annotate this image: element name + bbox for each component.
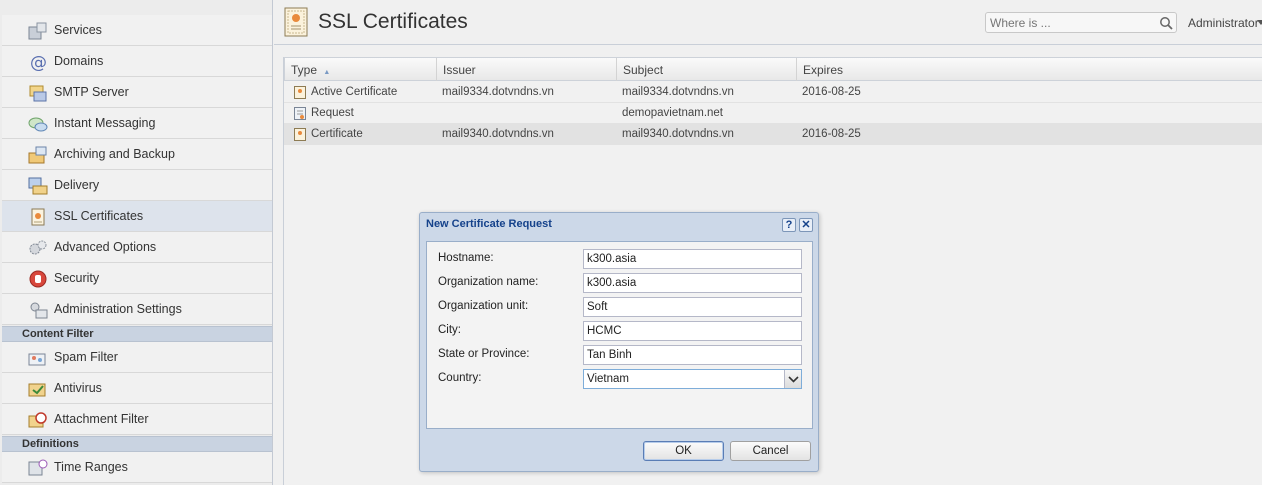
sidebar-item-label: Domains: [54, 54, 104, 68]
chat-icon: [28, 117, 48, 132]
cell-type: Certificate: [311, 128, 363, 140]
clock-icon: [28, 459, 48, 476]
table-row[interactable]: Request demopavietnam.net: [284, 103, 1262, 124]
certificate-icon: [294, 86, 306, 99]
attachment-icon: [28, 412, 47, 428]
spam-icon: [28, 353, 46, 366]
services-icon: [28, 22, 47, 40]
sidebar-item-label: Spam Filter: [54, 350, 118, 364]
sidebar-item-archiving-and-backup[interactable]: Archiving and Backup: [2, 139, 272, 170]
archive-icon: [28, 146, 47, 164]
certificate-icon: [284, 7, 308, 37]
certificate-icon: [31, 208, 45, 226]
sidebar-item-label: Attachment Filter: [54, 412, 149, 426]
country-value: Vietnam: [587, 373, 629, 385]
column-issuer[interactable]: Issuer: [437, 58, 617, 81]
user-menu[interactable]: Administrator: [1188, 16, 1259, 30]
cell-issuer: mail9340.dotvndns.vn: [442, 128, 554, 140]
table-row[interactable]: Certificate mail9340.dotvndns.vn mail934…: [284, 124, 1262, 145]
sidebar-item-label: Instant Messaging: [54, 116, 156, 130]
sidebar-item-label: Archiving and Backup: [54, 147, 175, 161]
sidebar-item-delivery[interactable]: Delivery: [2, 170, 272, 201]
sidebar-item-label: Administration Settings: [54, 302, 182, 316]
search-icon[interactable]: [1159, 16, 1173, 30]
hostname-field[interactable]: [583, 249, 802, 269]
country-label: Country:: [438, 372, 482, 384]
organization-name-field[interactable]: [583, 273, 802, 293]
ok-button[interactable]: OK: [643, 441, 724, 461]
state-label: State or Province:: [438, 348, 530, 360]
delivery-icon: [28, 177, 48, 195]
cell-type: Request: [311, 107, 354, 119]
antivirus-icon: [28, 383, 46, 397]
sidebar-item-label: Time Ranges: [54, 460, 128, 474]
sidebar-item-label: Advanced Options: [54, 240, 157, 254]
chevron-down-icon[interactable]: [1257, 20, 1262, 26]
page-header: SSL Certificates Administrator: [274, 0, 1262, 45]
organization-unit-field[interactable]: [583, 297, 802, 317]
country-dropdown-trigger[interactable]: [784, 370, 801, 388]
sort-asc-icon: ▲: [323, 69, 331, 76]
cell-expires: 2016-08-25: [802, 128, 861, 140]
stop-hand-icon: [29, 270, 47, 288]
cell-subject: demopavietnam.net: [622, 107, 724, 119]
column-subject[interactable]: Subject: [617, 58, 797, 81]
city-field[interactable]: [583, 321, 802, 341]
close-icon: ✕: [801, 219, 811, 231]
sidebar-item-ssl-certificates[interactable]: SSL Certificates: [2, 201, 272, 232]
svg-text:@: @: [30, 53, 47, 71]
cell-type: Active Certificate: [311, 86, 398, 98]
sidebar-item-smtp-server[interactable]: SMTP Server: [2, 77, 272, 108]
sidebar-item-label: Delivery: [54, 178, 100, 192]
column-expires[interactable]: Expires: [797, 58, 1262, 81]
cell-expires: 2016-08-25: [802, 86, 861, 98]
organization-unit-label: Organization unit:: [438, 300, 529, 312]
sidebar-section-content-filter: Content Filter: [2, 326, 272, 342]
grid-header: Type ▲ Issuer Subject Expires: [284, 57, 1262, 81]
city-label: City:: [438, 324, 461, 336]
table-row[interactable]: Active Certificate mail9334.dotvndns.vn …: [284, 82, 1262, 103]
sidebar-item-spam-filter[interactable]: Spam Filter: [2, 342, 272, 373]
sidebar-item-security[interactable]: Security: [2, 263, 272, 294]
certificate-icon: [294, 128, 306, 141]
close-button[interactable]: ✕: [799, 218, 813, 232]
chevron-down-icon: [788, 376, 799, 383]
sidebar-item-advanced-options[interactable]: Advanced Options: [2, 232, 272, 263]
cancel-button[interactable]: Cancel: [730, 441, 811, 461]
certificate-request-icon: [294, 107, 306, 120]
sidebar-item-instant-messaging[interactable]: Instant Messaging: [2, 108, 272, 139]
cell-issuer: mail9334.dotvndns.vn: [442, 86, 554, 98]
sidebar: Services @ Domains SMTP Server Instant M…: [0, 0, 273, 485]
sidebar-item-services[interactable]: Services: [2, 15, 272, 46]
sidebar-item-label: Services: [54, 23, 102, 37]
dialog-form: Hostname: Organization name: Organizatio…: [426, 241, 813, 429]
sidebar-item-label: Security: [54, 271, 100, 285]
sidebar-section-definitions: Definitions: [2, 436, 272, 452]
sidebar-item-label: SSL Certificates: [54, 209, 144, 223]
sidebar-item-label: SMTP Server: [54, 85, 129, 99]
column-type[interactable]: Type ▲: [285, 58, 437, 81]
new-certificate-request-dialog: New Certificate Request ? ✕ Hostname: Or…: [419, 212, 819, 472]
organization-name-label: Organization name:: [438, 276, 539, 288]
sidebar-item-label: Antivirus: [54, 381, 102, 395]
dialog-title: New Certificate Request: [426, 218, 552, 230]
sidebar-item-attachment-filter[interactable]: Attachment Filter: [2, 404, 272, 435]
country-select[interactable]: Vietnam: [583, 369, 802, 389]
hostname-label: Hostname:: [438, 252, 494, 264]
gears-icon: [29, 240, 47, 255]
sidebar-item-time-ranges[interactable]: Time Ranges: [2, 452, 272, 483]
page-title: SSL Certificates: [318, 10, 468, 33]
search-input[interactable]: [985, 12, 1177, 33]
smtp-icon: [29, 85, 47, 102]
cell-subject: mail9334.dotvndns.vn: [622, 86, 734, 98]
sidebar-item-domains[interactable]: @ Domains: [2, 46, 272, 77]
sidebar-item-antivirus[interactable]: Antivirus: [2, 373, 272, 404]
at-icon: @: [30, 53, 47, 71]
state-field[interactable]: [583, 345, 802, 365]
admin-icon: [30, 302, 48, 319]
sidebar-item-administration-settings[interactable]: Administration Settings: [2, 294, 272, 325]
help-button[interactable]: ?: [782, 218, 796, 232]
cell-subject: mail9340.dotvndns.vn: [622, 128, 734, 140]
